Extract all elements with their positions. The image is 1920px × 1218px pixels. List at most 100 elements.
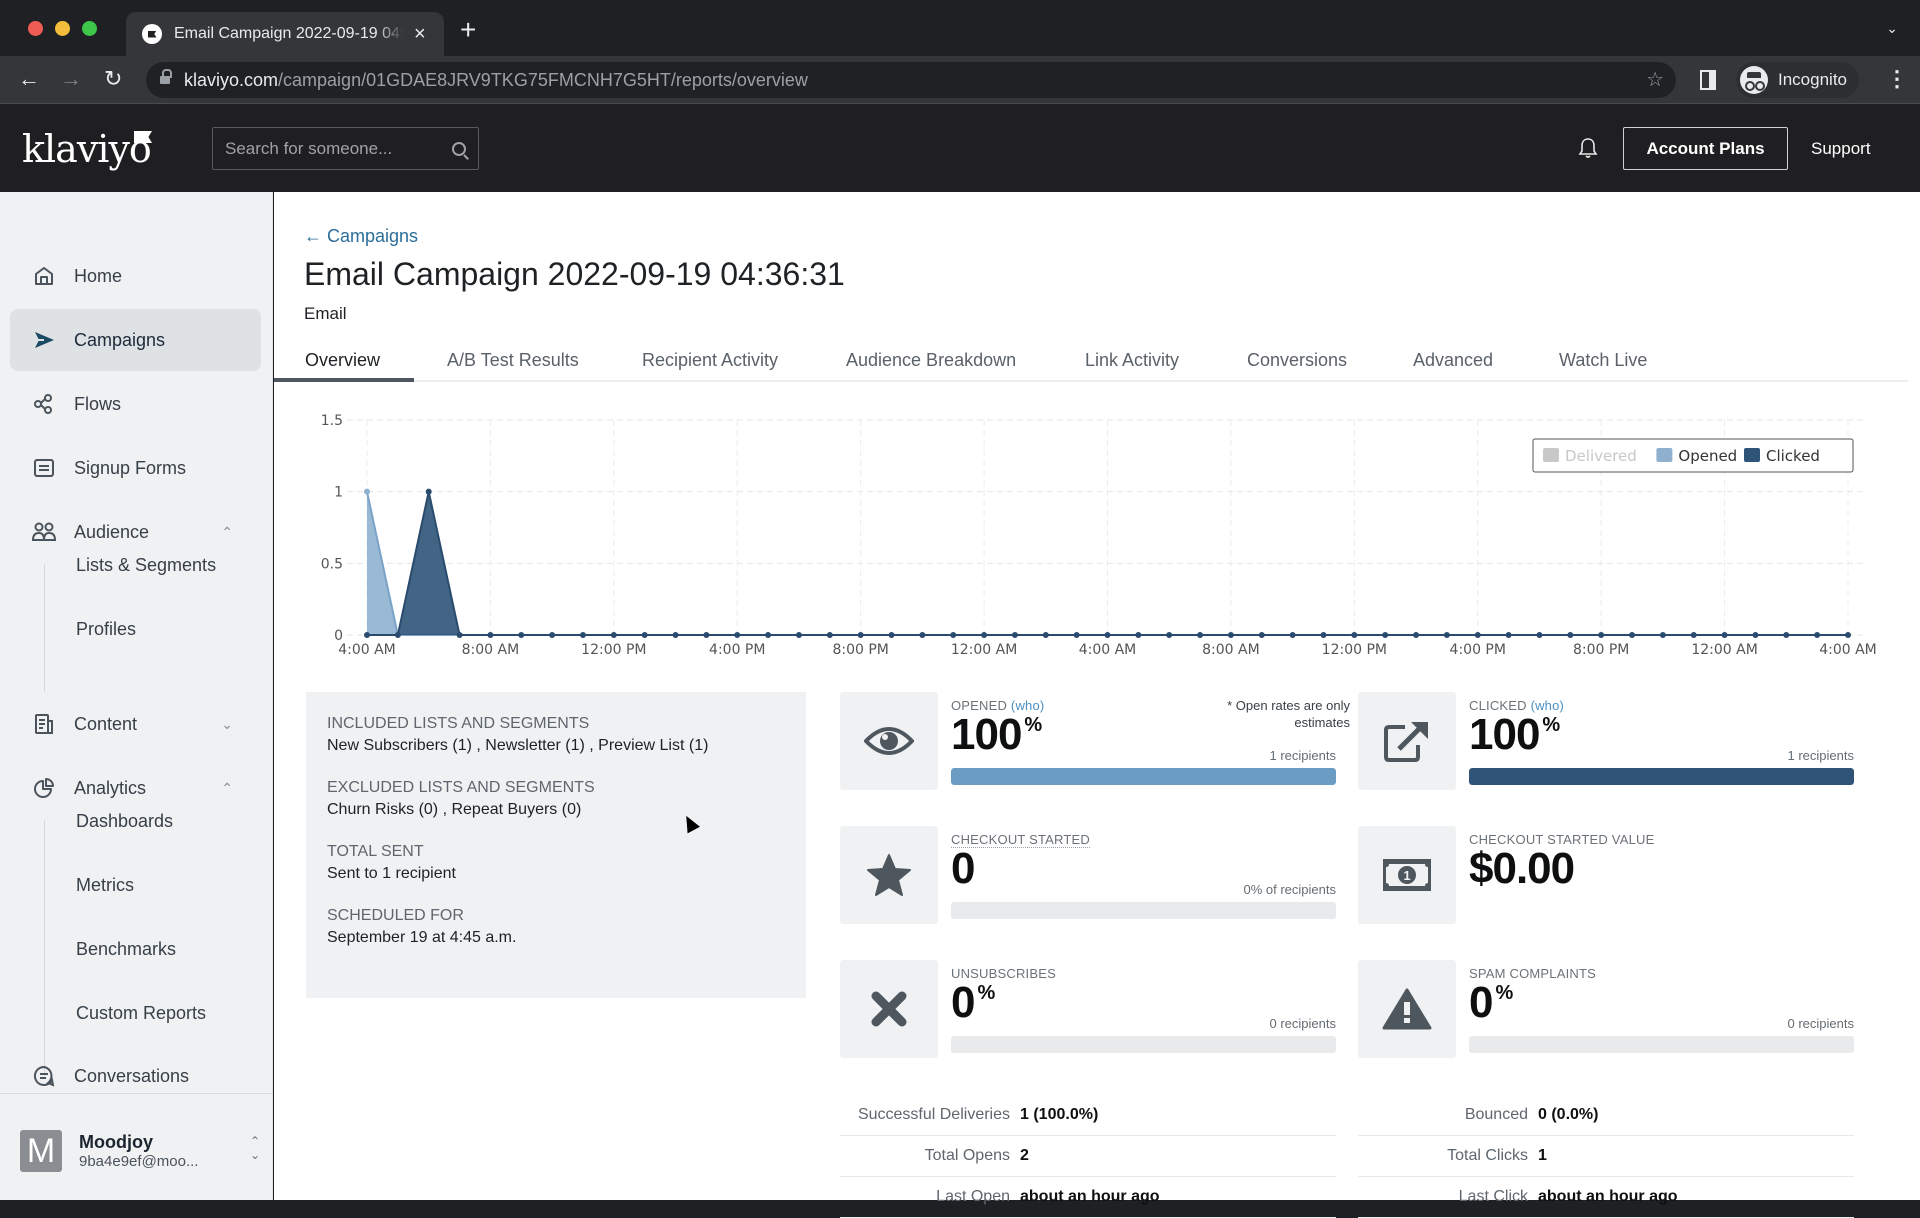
address-bar[interactable]: klaviyo.com/campaign/01GDAE8JRV9TKG75FMC…: [146, 62, 1676, 98]
clicked-point: [950, 632, 957, 638]
stat-label: Total Clicks: [1447, 1147, 1528, 1164]
browser-menu-icon[interactable]: ⋮: [1886, 66, 1908, 92]
clicked-point: [1289, 632, 1296, 638]
stat-value: 1 (100.0%): [1020, 1106, 1099, 1123]
clicked-point: [765, 632, 772, 638]
clicked-point: [1135, 632, 1142, 638]
account-email: 9ba4e9ef@moo...: [79, 1153, 199, 1170]
clicked-point: [1073, 632, 1080, 638]
unsubscribes-value: 0%: [951, 978, 995, 1027]
tab-audience-breakdown[interactable]: Audience Breakdown: [846, 350, 1016, 371]
browser-toolbar: ← → ↻ klaviyo.com/campaign/01GDAE8JRV9TK…: [0, 56, 1920, 104]
notification-bell-icon[interactable]: [1578, 137, 1598, 159]
back-icon[interactable]: ←: [18, 66, 40, 92]
tab-search-chevron-icon[interactable]: ⌄: [1886, 20, 1898, 37]
clicked-point: [857, 632, 864, 638]
conversations-icon: [32, 1064, 56, 1088]
support-link[interactable]: Support: [1811, 139, 1871, 159]
checkout-started-value: 0: [951, 844, 976, 893]
tab-ab-test-results[interactable]: A/B Test Results: [447, 350, 579, 371]
x-tick-label: 4:00 AM: [338, 642, 396, 658]
chart-legend[interactable]: Delivered Opened Clicked: [1532, 438, 1854, 473]
report-tabs: Overview A/B Test Results Recipient Acti…: [274, 342, 1908, 382]
reload-icon[interactable]: ↻: [104, 66, 122, 92]
sidebar: Home Campaigns Flows Signup Forms Audien…: [0, 192, 273, 1200]
sidebar-item-lists-segments[interactable]: Lists & Segments: [76, 555, 216, 576]
search-box[interactable]: [212, 127, 479, 170]
tab-advanced[interactable]: Advanced: [1413, 350, 1493, 371]
side-panel-icon[interactable]: [1700, 70, 1716, 90]
sidebar-item-signup-forms[interactable]: Signup Forms: [10, 437, 261, 499]
content-icon: [32, 712, 56, 736]
stat-row: Last Click about an hour ago: [1358, 1177, 1854, 1218]
sidebar-item-content[interactable]: Content ⌄: [10, 693, 261, 755]
sidebar-item-dashboards[interactable]: Dashboards: [76, 811, 173, 832]
sidebar-item-home[interactable]: Home: [10, 245, 261, 307]
analytics-submenu-rail: [44, 820, 45, 1076]
sidebar-item-audience[interactable]: Audience ⌃: [10, 501, 261, 563]
sidebar-item-analytics[interactable]: Analytics ⌃: [10, 757, 261, 819]
klaviyo-logo[interactable]: klaviyo: [22, 127, 152, 171]
account-plans-button[interactable]: Account Plans: [1623, 127, 1788, 170]
signup-forms-icon: [32, 456, 56, 480]
opened-legend-label[interactable]: Opened: [1678, 447, 1737, 465]
close-window-button[interactable]: [28, 21, 43, 36]
clicked-legend-label[interactable]: Clicked: [1766, 447, 1820, 465]
clicked-point: [425, 488, 432, 495]
bookmark-star-icon[interactable]: ☆: [1646, 67, 1664, 92]
expand-collapse-chevrons-icon[interactable]: ⌃ ⌄: [250, 1134, 260, 1162]
clicked-point: [1258, 632, 1265, 638]
chevron-up-icon[interactable]: ⌃: [221, 524, 233, 541]
new-tab-button[interactable]: +: [460, 16, 476, 44]
maximize-window-button[interactable]: [82, 21, 97, 36]
close-tab-icon[interactable]: ×: [414, 24, 426, 44]
tab-watch-live[interactable]: Watch Live: [1559, 350, 1647, 371]
clicked-point: [641, 632, 648, 638]
clicked-point: [703, 632, 710, 638]
money-bill-icon: 1: [1358, 826, 1456, 924]
delivered-legend-label[interactable]: Delivered: [1565, 447, 1637, 465]
chevron-up-icon[interactable]: ⌃: [221, 780, 233, 797]
metric-checkout-started-value: 1 CHECKOUT STARTED VALUE $0.00: [1358, 826, 1868, 926]
sidebar-item-profiles[interactable]: Profiles: [76, 619, 136, 640]
stat-label: Bounced: [1464, 1106, 1528, 1123]
clicked-point: [1011, 632, 1018, 638]
browser-tab[interactable]: Email Campaign 2022-09-19 04:36:31 ×: [126, 12, 444, 56]
audience-submenu-rail: [44, 564, 45, 692]
tab-overview[interactable]: Overview: [305, 350, 380, 371]
opened-point: [364, 488, 370, 495]
sidebar-item-conversations[interactable]: Conversations: [10, 1045, 261, 1107]
forward-icon[interactable]: →: [60, 66, 82, 92]
clicked-point: [549, 632, 556, 638]
chevron-down-icon[interactable]: ⌄: [221, 716, 233, 733]
metric-unsubscribes: UNSUBSCRIBES 0% 0 recipients: [840, 960, 1350, 1060]
sidebar-item-custom-reports[interactable]: Custom Reports: [76, 1003, 206, 1024]
clicked-point: [888, 632, 895, 638]
clicked-point: [1443, 632, 1450, 638]
search-input[interactable]: [225, 138, 452, 159]
tab-recipient-activity[interactable]: Recipient Activity: [642, 350, 778, 371]
metric-checkout-started: CHECKOUT STARTED 0 0% of recipients: [840, 826, 1350, 926]
clicked-point: [610, 632, 617, 638]
sidebar-item-label: Content: [74, 713, 138, 734]
search-icon[interactable]: [452, 141, 466, 156]
sidebar-item-campaigns[interactable]: Campaigns: [10, 309, 261, 371]
sidebar-item-label: Signup Forms: [74, 457, 187, 478]
sidebar-item-flows[interactable]: Flows: [10, 373, 261, 435]
sidebar-item-benchmarks[interactable]: Benchmarks: [76, 939, 176, 960]
tab-conversions[interactable]: Conversions: [1247, 350, 1347, 371]
minimize-window-button[interactable]: [55, 21, 70, 36]
breadcrumb-campaigns[interactable]: ← Campaigns: [304, 226, 418, 247]
clicked-point: [1690, 632, 1697, 638]
sidebar-item-label: Audience: [74, 521, 150, 542]
account-switcher[interactable]: M Moodjoy 9ba4e9ef@moo... ⌃ ⌄: [20, 1128, 260, 1174]
sidebar-item-metrics[interactable]: Metrics: [76, 875, 134, 896]
tab-link-activity[interactable]: Link Activity: [1085, 350, 1179, 371]
x-tick-label: 4:00 AM: [1819, 642, 1877, 658]
chart-svg: 00.511.5 4:00 AM 8:00 AM 12:00 PM 4:00 PM 8:…: [321, 413, 1877, 658]
x-tick-label: 12:00 PM: [581, 642, 646, 658]
incognito-profile-button[interactable]: Incognito: [1736, 62, 1859, 98]
stat-row: Bounced 0 (0.0%): [1358, 1095, 1854, 1136]
campaign-info-panel: INCLUDED LISTS AND SEGMENTS New Subscrib…: [306, 692, 806, 998]
sidebar-item-label: Analytics: [74, 777, 147, 798]
